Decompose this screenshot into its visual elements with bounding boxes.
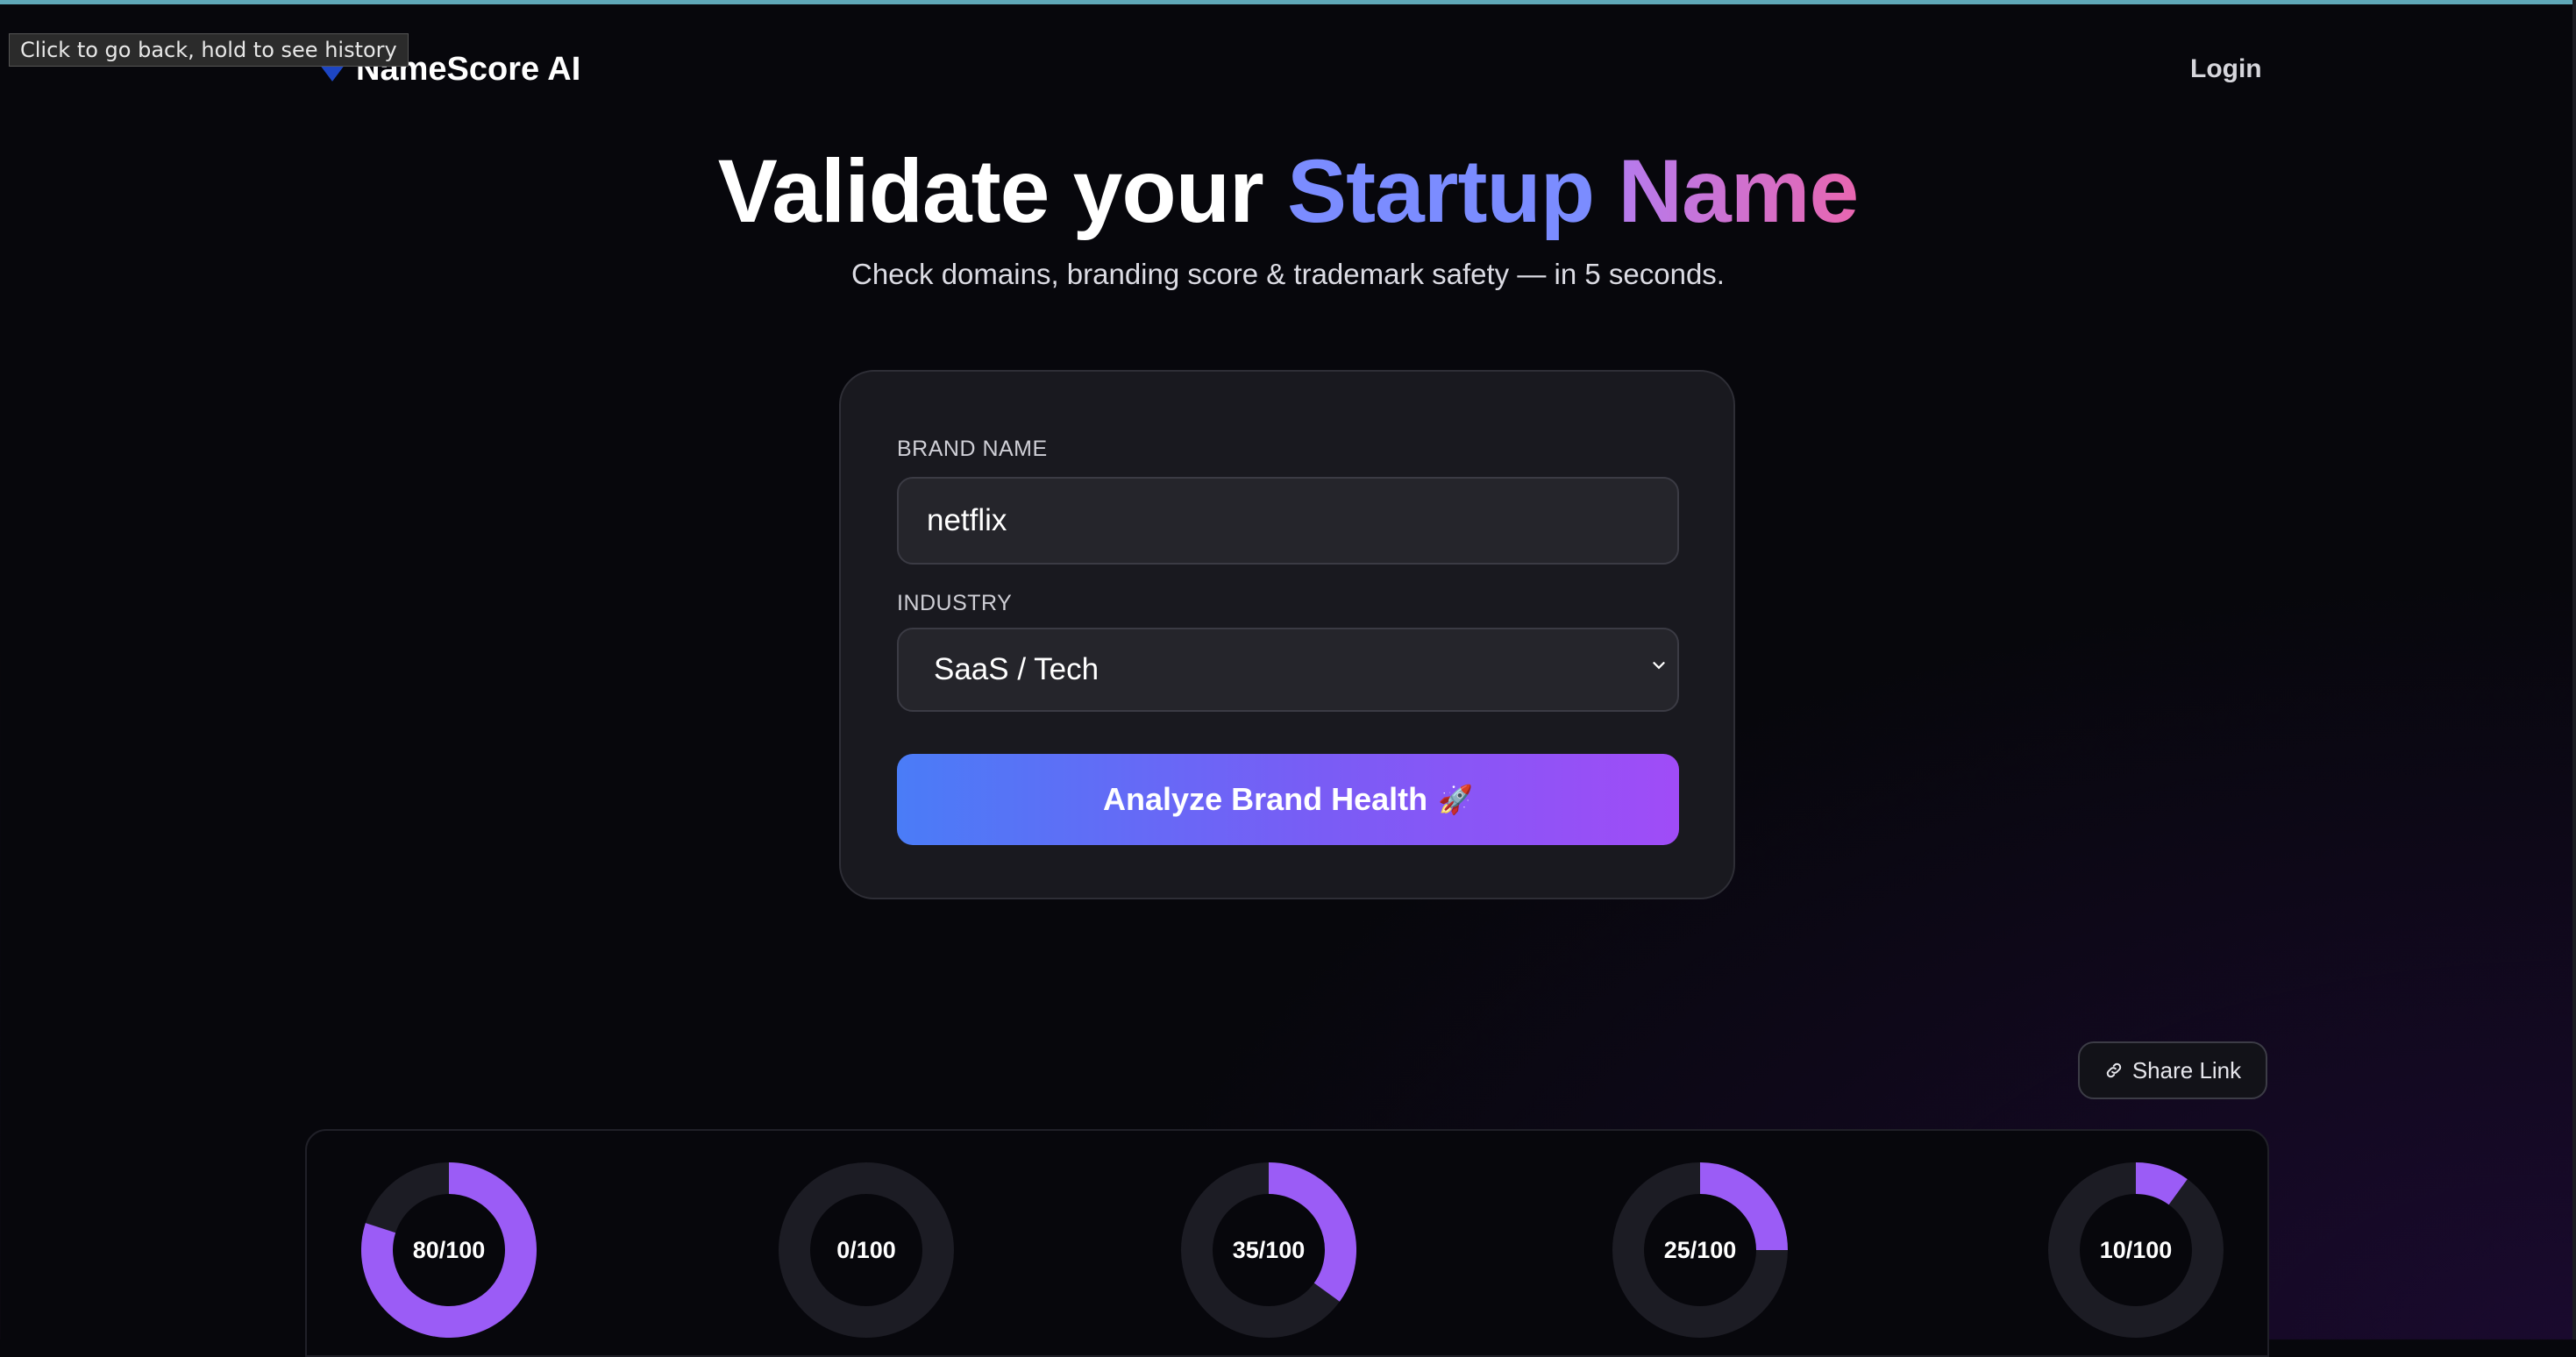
analyze-form-card: BRAND NAME netflix INDUSTRY SaaS / Tech … xyxy=(839,370,1735,899)
share-link-label: Share Link xyxy=(2131,1056,2242,1083)
score-gauge: 25/100 xyxy=(1612,1162,1788,1338)
score-value: 35/100 xyxy=(1232,1237,1306,1263)
hero-title-highlight-name: Name xyxy=(1618,141,1859,241)
link-icon xyxy=(2106,1062,2122,1078)
score-value: 0/100 xyxy=(836,1237,896,1263)
chevron-down-icon xyxy=(1653,662,1665,670)
analyze-brand-button[interactable]: Analyze Brand Health 🚀 xyxy=(897,754,1679,845)
score-gauge: 0/100 xyxy=(779,1162,954,1338)
browser-top-border xyxy=(0,0,2576,4)
score-value: 80/100 xyxy=(412,1237,486,1263)
score-gauge: 10/100 xyxy=(2048,1162,2224,1338)
hero-subtitle: Check domains, branding score & trademar… xyxy=(851,258,1725,290)
rocket-icon: 🚀 xyxy=(1438,784,1473,815)
hero-title-highlight-startup: Startup xyxy=(1287,141,1595,241)
score-gauge: 80/100 xyxy=(361,1162,537,1338)
analyze-button-label: Analyze Brand Health xyxy=(1103,781,1428,817)
industry-label: INDUSTRY xyxy=(897,591,1013,615)
back-button-tooltip: Click to go back, hold to see history xyxy=(9,33,409,67)
industry-selected-value: SaaS / Tech xyxy=(934,652,1099,686)
share-link-button[interactable]: Share Link xyxy=(2078,1041,2267,1099)
hero-title: Validate your Startup Name xyxy=(0,140,2576,243)
score-gauge: 35/100 xyxy=(1181,1162,1356,1338)
score-value: 25/100 xyxy=(1663,1237,1737,1263)
score-value: 10/100 xyxy=(2099,1237,2173,1263)
login-link[interactable]: Login xyxy=(2190,54,2262,84)
hero-title-part1: Validate your xyxy=(717,141,1264,241)
brand-name-label: BRAND NAME xyxy=(897,437,1048,461)
industry-select[interactable]: SaaS / Tech xyxy=(897,628,1679,712)
brand-name-input[interactable]: netflix xyxy=(897,477,1679,565)
